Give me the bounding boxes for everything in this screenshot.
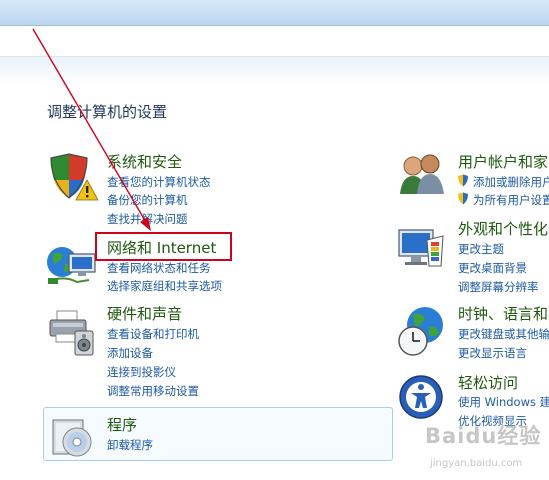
uac-shield-icon bbox=[458, 192, 468, 205]
network-globe-icon[interactable] bbox=[45, 240, 97, 290]
shield-icon[interactable] bbox=[47, 152, 99, 202]
programs-cd-icon[interactable] bbox=[49, 414, 95, 458]
link-mobility-settings[interactable]: 调整常用移动设置 bbox=[107, 383, 199, 399]
category-title-system-security[interactable]: 系统和安全 bbox=[107, 151, 182, 172]
link-add-device[interactable]: 添加设备 bbox=[107, 345, 153, 361]
category-title-programs[interactable]: 程序 bbox=[107, 414, 137, 435]
link-homegroup-sharing[interactable]: 选择家庭组和共享选项 bbox=[107, 278, 222, 294]
page-title: 调整计算机的设置 bbox=[47, 103, 168, 121]
category-title-appearance[interactable]: 外观和个性化 bbox=[458, 218, 548, 239]
link-uninstall-program[interactable]: 卸载程序 bbox=[107, 437, 153, 453]
link-windows-suggestions[interactable]: 使用 Windows 建 bbox=[458, 394, 549, 410]
address-bar[interactable] bbox=[0, 26, 549, 57]
users-icon[interactable] bbox=[398, 152, 446, 198]
window-title-bar bbox=[0, 0, 549, 26]
highlight-box bbox=[95, 232, 232, 261]
link-backup-computer[interactable]: 备份您的计算机 bbox=[107, 192, 188, 208]
link-change-display-language[interactable]: 更改显示语言 bbox=[458, 345, 527, 361]
clock-globe-icon[interactable] bbox=[397, 305, 447, 357]
uac-shield-icon bbox=[458, 174, 468, 187]
link-connect-projector[interactable]: 连接到投影仪 bbox=[107, 364, 176, 380]
ease-of-access-icon[interactable] bbox=[397, 373, 445, 421]
link-change-background[interactable]: 更改桌面背景 bbox=[458, 260, 527, 276]
category-title-user-accounts[interactable]: 用户帐户和家 bbox=[458, 151, 548, 172]
link-view-computer-status[interactable]: 查看您的计算机状态 bbox=[107, 174, 211, 190]
link-find-fix-problems[interactable]: 查找并解决问题 bbox=[107, 211, 188, 227]
baidu-watermark: Baidu经验 bbox=[425, 424, 542, 448]
appearance-monitor-icon[interactable] bbox=[397, 226, 445, 270]
link-setup-all-users[interactable]: 为所有用户设置 bbox=[473, 192, 549, 208]
link-add-remove-users[interactable]: 添加或删除用户 bbox=[473, 174, 549, 190]
programs-category-panel[interactable] bbox=[43, 407, 393, 461]
link-change-keyboard[interactable]: 更改键盘或其他输 bbox=[458, 326, 549, 342]
link-screen-resolution[interactable]: 调整屏幕分辨率 bbox=[458, 279, 539, 295]
printer-icon[interactable] bbox=[47, 307, 99, 357]
category-title-hardware-sound[interactable]: 硬件和声音 bbox=[107, 303, 182, 324]
category-title-clock-language[interactable]: 时钟、语言和 bbox=[458, 303, 548, 324]
category-title-ease-of-access[interactable]: 轻松访问 bbox=[458, 372, 518, 393]
link-view-network-status[interactable]: 查看网络状态和任务 bbox=[107, 260, 211, 276]
baidu-watermark-url: jingyan.baidu.com bbox=[430, 458, 523, 469]
link-change-theme[interactable]: 更改主题 bbox=[458, 241, 504, 257]
link-devices-printers[interactable]: 查看设备和打印机 bbox=[107, 326, 199, 342]
